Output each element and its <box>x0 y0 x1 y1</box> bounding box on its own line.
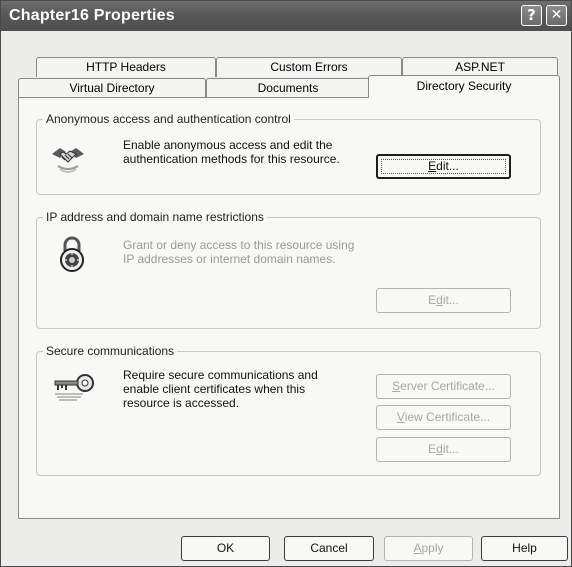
secure-edit-button[interactable]: Edit... <box>376 437 511 462</box>
tab-label: Custom Errors <box>270 60 348 74</box>
btn-accel: S <box>392 379 401 393</box>
desc-line: Enable anonymous access and edit the <box>123 138 333 152</box>
tab-label: ASP.NET <box>455 60 505 74</box>
key-icon <box>54 374 94 401</box>
desc-line: authentication methods for this resource… <box>123 152 340 166</box>
desc-line: resource is accessed. <box>123 396 240 410</box>
ip-edit-button[interactable]: Edit... <box>376 288 511 313</box>
directory-security-panel: Anonymous access and authentication cont… <box>18 97 560 519</box>
btn-accel: d <box>436 293 443 307</box>
help-button[interactable]: ? <box>521 5 542 26</box>
help-footer-button[interactable]: Help <box>481 536 568 561</box>
window-title: Chapter16 Properties <box>9 7 175 24</box>
btn-text: E <box>428 293 437 307</box>
cancel-button[interactable]: Cancel <box>284 536 374 561</box>
focus-rect <box>381 159 506 174</box>
handshake-icon <box>52 148 84 173</box>
close-icon: ✕ <box>550 7 563 23</box>
ip-description: Grant or deny access to this resource us… <box>123 238 354 266</box>
anonymous-access-group: Anonymous access and authentication cont… <box>36 112 541 195</box>
anonymous-edit-button[interactable]: Edit... <box>376 154 511 179</box>
secure-description: Require secure communications and enable… <box>123 368 318 410</box>
view-certificate-button[interactable]: View Certificate... <box>376 405 511 430</box>
tab-asp-net[interactable]: ASP.NET <box>402 57 558 77</box>
tab-documents[interactable]: Documents <box>206 78 370 98</box>
server-certificate-button[interactable]: Server Certificate... <box>376 374 511 399</box>
btn-accel: A <box>413 541 422 555</box>
desc-line: Grant or deny access to this resource us… <box>123 238 355 252</box>
ip-restrictions-group: IP address and domain name restrictions … <box>36 210 541 329</box>
apply-button[interactable]: Apply <box>384 536 473 561</box>
padlock-icon <box>60 236 84 272</box>
btn-text: E <box>428 442 437 456</box>
group-legend: IP address and domain name restrictions <box>43 210 267 224</box>
close-button[interactable]: ✕ <box>546 5 567 26</box>
btn-text: Cancel <box>310 541 348 555</box>
btn-text: pply <box>421 541 444 555</box>
btn-accel: d <box>436 442 443 456</box>
title-bar[interactable]: Chapter16 Properties ? ✕ <box>1 1 571 31</box>
tab-directory-security[interactable]: Directory Security <box>368 75 560 98</box>
btn-text: OK <box>216 541 235 555</box>
tab-label: HTTP Headers <box>86 60 166 74</box>
help-icon: ? <box>527 6 536 24</box>
tab-label: Documents <box>257 81 319 95</box>
tab-label: Directory Security <box>416 79 512 93</box>
btn-text: Help <box>512 541 537 555</box>
desc-line: Require secure communications and <box>123 368 318 382</box>
anonymous-description: Enable anonymous access and edit the aut… <box>123 138 340 166</box>
tab-custom-errors[interactable]: Custom Errors <box>216 57 402 77</box>
btn-text: erver Certificate... <box>400 379 495 393</box>
tab-virtual-directory[interactable]: Virtual Directory <box>18 78 206 98</box>
btn-text: it... <box>442 442 459 456</box>
ok-button[interactable]: OK <box>181 536 270 561</box>
btn-accel: V <box>396 410 405 424</box>
properties-dialog: Chapter16 Properties ? ✕ HTTP Headers Cu… <box>0 0 572 567</box>
tab-http-headers[interactable]: HTTP Headers <box>36 57 216 77</box>
btn-text: iew Certificate... <box>404 410 491 424</box>
desc-line: IP addresses or internet domain names. <box>123 252 336 266</box>
tab-label: Virtual Directory <box>69 81 155 95</box>
group-legend: Secure communications <box>43 344 178 358</box>
btn-text: it... <box>442 293 459 307</box>
secure-communications-group: Secure communications Require secure com… <box>36 344 541 476</box>
group-legend: Anonymous access and authentication cont… <box>43 112 294 126</box>
desc-line: enable client certificates when this <box>123 382 306 396</box>
